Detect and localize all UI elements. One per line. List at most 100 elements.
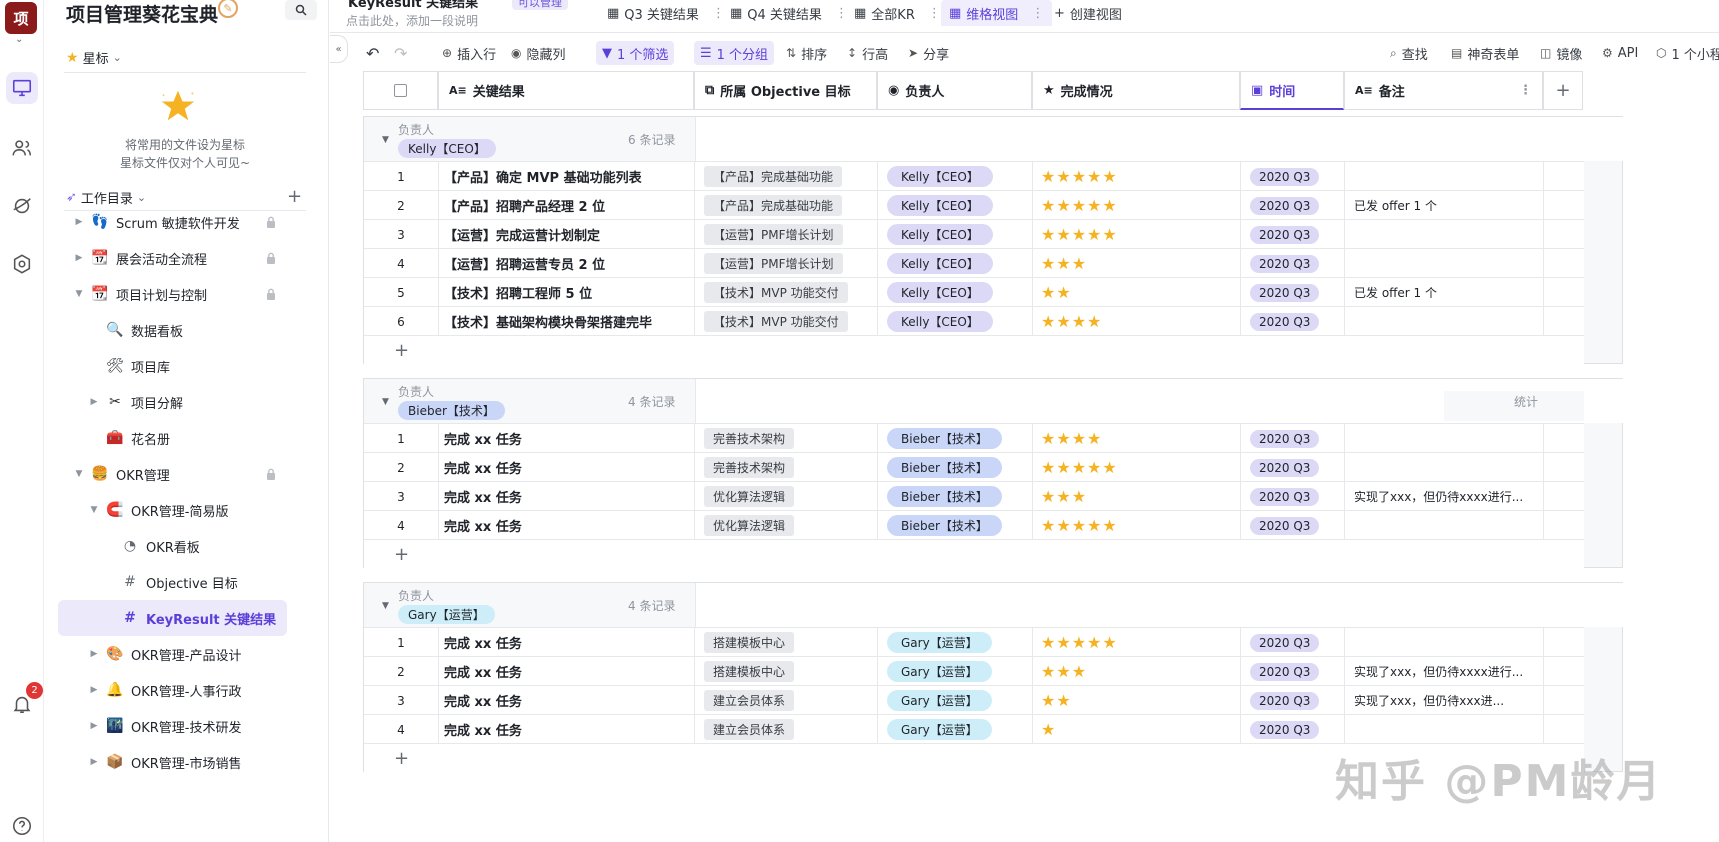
sidebar-tree-item[interactable]: ▶ 🔔 OKR管理-人事行政 bbox=[87, 672, 306, 708]
cell-note[interactable]: 实现了xxx，但仍待xxxx进行... bbox=[1345, 482, 1544, 511]
cell-objective[interactable]: 搭建模板中心 bbox=[695, 657, 878, 686]
cell-note[interactable] bbox=[1345, 453, 1544, 482]
table-row[interactable]: 3 完成 xx 任务 优化算法逻辑 Bieber【技术】 ★★★ 2020 Q3 实现了xx… bbox=[364, 481, 1584, 511]
cell-owner[interactable]: Kelly【CEO】 bbox=[878, 162, 1033, 191]
table-row[interactable]: 2 完成 xx 任务 完善技术架构 Bieber【技术】 ★★★★★ 2020 Q3 bbox=[364, 452, 1584, 482]
more-icon[interactable]: ⋮ bbox=[928, 6, 941, 21]
cell-note[interactable] bbox=[1345, 628, 1544, 657]
group-stat-button[interactable]: 统计 bbox=[1444, 391, 1584, 421]
mirror-button[interactable]: ◫ 镜像 bbox=[1540, 41, 1582, 65]
column-header-kr[interactable]: A≡ 关键结果 bbox=[438, 71, 694, 110]
cell-time[interactable]: 2020 Q3 bbox=[1241, 482, 1345, 511]
cell-kr[interactable]: 完成 xx 任务 bbox=[439, 715, 695, 744]
table-row[interactable]: 4 完成 xx 任务 建立会员体系 Gary【运营】 ★ 2020 Q3 bbox=[364, 714, 1584, 744]
cell-time[interactable]: 2020 Q3 bbox=[1241, 162, 1345, 191]
sidebar-tree-item[interactable]: ▶ 🎨 OKR管理-产品设计 bbox=[87, 636, 306, 672]
sidebar-tree-item[interactable]: 🧰 花名册 bbox=[87, 420, 306, 456]
cell-note[interactable] bbox=[1345, 162, 1544, 191]
cell-rating[interactable]: ★★★ bbox=[1033, 482, 1241, 511]
add-column-button[interactable]: + bbox=[1543, 71, 1583, 110]
sidebar-tree-item[interactable]: ◔ OKR看板 bbox=[102, 528, 306, 564]
cell-note[interactable] bbox=[1345, 715, 1544, 744]
find-button[interactable]: ⌕ 查找 bbox=[1390, 41, 1428, 65]
column-header-rating[interactable]: ★ 完成情况 bbox=[1032, 71, 1240, 110]
chevron-right-icon[interactable]: ▶ bbox=[72, 253, 86, 263]
cell-rating[interactable]: ★★★★ bbox=[1033, 307, 1241, 336]
collapse-group-icon[interactable]: ▼ bbox=[382, 397, 389, 407]
cell-owner[interactable]: Bieber【技术】 bbox=[878, 453, 1033, 482]
sidebar-tree-item[interactable]: ▼ 🧲 OKR管理-简易版 bbox=[87, 492, 306, 528]
cell-owner[interactable]: Gary【运营】 bbox=[878, 657, 1033, 686]
cell-objective[interactable]: 完善技术架构 bbox=[695, 453, 878, 482]
api-button[interactable]: ⚙ API bbox=[1602, 41, 1638, 65]
cell-kr[interactable]: 完成 xx 任务 bbox=[439, 686, 695, 715]
sidebar-tree-item[interactable]: 🛠 项目库 bbox=[87, 348, 306, 384]
redo-button[interactable]: ↷ bbox=[394, 41, 407, 65]
sort-button[interactable]: ⇅ 排序 bbox=[786, 41, 827, 65]
cell-owner[interactable]: Bieber【技术】 bbox=[878, 511, 1033, 540]
collapse-group-icon[interactable]: ▼ bbox=[382, 601, 389, 611]
datasheet-title[interactable]: KeyResult 关键结果 bbox=[348, 0, 478, 11]
column-header-owner[interactable]: ◉ 负责人 bbox=[877, 71, 1032, 110]
chevron-down-icon[interactable]: ▼ bbox=[87, 505, 101, 515]
tab-vika-view[interactable]: ▦ 维格视图 ⋮ bbox=[941, 0, 1053, 26]
cell-kr[interactable]: 【运营】招聘运营专员 2 位 bbox=[439, 249, 695, 278]
sidebar-tree-item[interactable]: # Objective 目标 bbox=[102, 564, 306, 600]
group-header[interactable]: ▼ 负责人 Gary【运营】 4 条记录 bbox=[364, 583, 694, 629]
cell-note[interactable] bbox=[1345, 424, 1544, 453]
sidebar-search-button[interactable] bbox=[285, 0, 317, 20]
table-row[interactable]: 1 完成 xx 任务 完善技术架构 Bieber【技术】 ★★★★ 2020 Q3 bbox=[364, 423, 1584, 453]
cell-kr[interactable]: 完成 xx 任务 bbox=[439, 453, 695, 482]
cell-owner[interactable]: Gary【运营】 bbox=[878, 715, 1033, 744]
create-view-button[interactable]: + 创建视图 bbox=[1054, 0, 1122, 26]
cell-rating[interactable]: ★★★★ bbox=[1033, 424, 1241, 453]
sidebar-tree-item[interactable]: ▶ ✂ 项目分解 bbox=[87, 384, 306, 420]
more-icon[interactable]: ⋮ bbox=[712, 6, 725, 21]
cell-time[interactable]: 2020 Q3 bbox=[1241, 628, 1345, 657]
cell-kr[interactable]: 完成 xx 任务 bbox=[439, 511, 695, 540]
form-button[interactable]: ▤ 神奇表单 bbox=[1451, 41, 1519, 65]
cell-objective[interactable]: 【运营】PMF增长计划 bbox=[695, 249, 878, 278]
edit-space-icon[interactable]: ✎ bbox=[218, 0, 238, 18]
cell-kr[interactable]: 完成 xx 任务 bbox=[439, 657, 695, 686]
chevron-right-icon[interactable]: ▶ bbox=[72, 217, 86, 227]
cell-objective[interactable]: 建立会员体系 bbox=[695, 686, 878, 715]
cell-objective[interactable]: 优化算法逻辑 bbox=[695, 482, 878, 511]
table-row[interactable]: 2 完成 xx 任务 搭建模板中心 Gary【运营】 ★★★ 2020 Q3 实现了xxx，… bbox=[364, 656, 1584, 686]
settings-icon[interactable] bbox=[6, 248, 38, 280]
table-row[interactable]: 6 【技术】基础架构模块骨架搭建完毕 【技术】MVP 功能交付 Kelly【CEO】 ★… bbox=[364, 306, 1584, 336]
sidebar-tree-item[interactable]: ▶ 📦 OKR管理-市场销售 bbox=[87, 744, 306, 780]
column-header-note[interactable]: A≡ 备注 ⋮ bbox=[1344, 71, 1543, 110]
cell-objective[interactable]: 【产品】完成基础功能 bbox=[695, 191, 878, 220]
table-row[interactable]: 5 【技术】招聘工程师 5 位【技术】MVP 功能交付 Kelly【CEO】 ★★ 20… bbox=[364, 277, 1584, 307]
more-icon[interactable]: ⋮ bbox=[1519, 83, 1532, 98]
chevron-down-icon[interactable]: ⌄ bbox=[15, 34, 23, 45]
cell-time[interactable]: 2020 Q3 bbox=[1241, 220, 1345, 249]
sidebar-tree-item[interactable]: # KeyResult 关键结果 bbox=[58, 600, 287, 636]
chevron-right-icon[interactable]: ▶ bbox=[87, 397, 101, 407]
cell-rating[interactable]: ★★★★★ bbox=[1033, 191, 1241, 220]
cell-note[interactable] bbox=[1345, 307, 1544, 336]
cell-objective[interactable]: 搭建模板中心 bbox=[695, 628, 878, 657]
cell-kr[interactable]: 完成 xx 任务 bbox=[439, 628, 695, 657]
cell-note[interactable] bbox=[1345, 220, 1544, 249]
chevron-right-icon[interactable]: ▶ bbox=[87, 721, 101, 731]
table-row[interactable]: 4 【运营】招聘运营专员 2 位【运营】PMF增长计划 Kelly【CEO】 ★★★ 2… bbox=[364, 248, 1584, 278]
group-button[interactable]: ☰ 1 个分组 bbox=[694, 41, 775, 65]
cell-time[interactable]: 2020 Q3 bbox=[1241, 453, 1345, 482]
cell-rating[interactable]: ★★ bbox=[1033, 686, 1241, 715]
cell-rating[interactable]: ★★★ bbox=[1033, 657, 1241, 686]
add-record-button[interactable]: + bbox=[364, 539, 1584, 569]
cell-owner[interactable]: Gary【运营】 bbox=[878, 628, 1033, 657]
more-icon[interactable]: ⋮ bbox=[1031, 6, 1044, 21]
space-logo[interactable]: 项 bbox=[5, 2, 37, 34]
cell-owner[interactable]: Bieber【技术】 bbox=[878, 424, 1033, 453]
explore-icon[interactable] bbox=[6, 190, 38, 222]
cell-rating[interactable]: ★★★★★ bbox=[1033, 453, 1241, 482]
cell-rating[interactable]: ★★★★★ bbox=[1033, 162, 1241, 191]
cell-objective[interactable]: 【运营】PMF增长计划 bbox=[695, 220, 878, 249]
add-record-button[interactable]: + bbox=[364, 335, 1584, 365]
table-row[interactable]: 1 完成 xx 任务 搭建模板中心 Gary【运营】 ★★★★★ 2020 Q3 bbox=[364, 627, 1584, 657]
hide-columns-button[interactable]: ◉ 隐藏列 bbox=[511, 41, 566, 65]
cell-owner[interactable]: Gary【运营】 bbox=[878, 686, 1033, 715]
